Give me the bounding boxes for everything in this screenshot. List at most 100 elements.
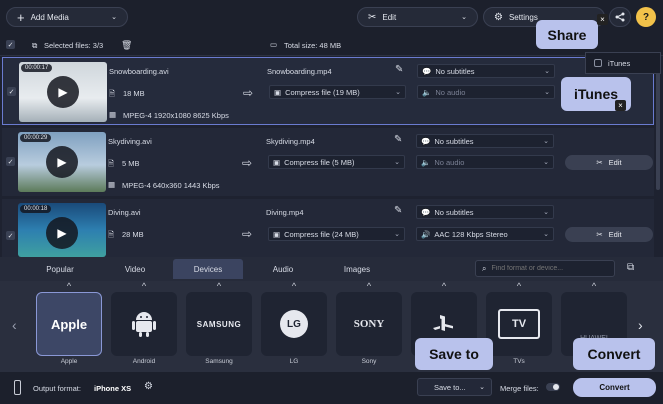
file-icon: 🗎	[109, 89, 116, 98]
video-thumbnail[interactable]: 00:00:29 ▶	[18, 132, 106, 192]
source-filename: Diving.avi	[108, 208, 141, 217]
file-row[interactable]: ✓ 00:00:29 ▶ Skydiving.avi 🗎 5 MB ▦ MPEG…	[2, 128, 654, 196]
total-size-label: Total size: 48 MB	[284, 41, 342, 50]
output-format-label: Output format:	[33, 384, 81, 393]
subtitles-dropdown[interactable]: 💬 No subtitles ⌄	[416, 205, 554, 219]
video-thumbnail[interactable]: 00:00:17 ▶	[19, 62, 107, 122]
file-size: 5 MB	[122, 159, 140, 168]
gear-icon[interactable]: ⚙	[144, 381, 153, 392]
file-size: 28 MB	[122, 230, 144, 239]
chevron-up-icon: ^	[366, 281, 372, 291]
subtitles-dropdown[interactable]: 💬 No subtitles ⌄	[416, 134, 554, 148]
scissors-icon: ✂	[596, 230, 603, 239]
file-icon: 🗎	[108, 159, 115, 168]
chevron-down-icon: ⌄	[543, 209, 549, 216]
convert-arrow-icon: ⇨	[242, 156, 253, 170]
edit-file-button[interactable]: ✂ Edit	[565, 155, 653, 170]
device-label-sony: Sony	[361, 358, 377, 365]
chevron-down-icon: ⌄	[543, 231, 549, 238]
file-checkbox[interactable]: ✓	[6, 231, 15, 240]
format-search[interactable]: ⌕	[475, 260, 615, 277]
merge-files-toggle[interactable]	[546, 383, 560, 391]
device-samsung[interactable]: SAMSUNG	[186, 292, 252, 356]
scrollbar-thumb[interactable]	[656, 60, 660, 190]
lg-logo: LG	[280, 310, 308, 338]
file-row[interactable]: ✓ 00:00:18 ▶ Diving.avi 🗎 28 MB ⇨ Diving…	[2, 199, 654, 257]
file-checkbox[interactable]: ✓	[7, 87, 16, 96]
tab-audio[interactable]: Audio	[248, 259, 318, 279]
pencil-icon[interactable]: ✎	[394, 205, 402, 216]
callout-save-to: Save to	[415, 338, 493, 370]
file-row[interactable]: ✓ 00:00:17 ▶ Snowboarding.avi 🗎 18 MB ▦ …	[2, 57, 654, 125]
pencil-icon[interactable]: ✎	[394, 134, 402, 145]
gear-icon: ⚙	[494, 11, 503, 23]
duration-badge: 00:00:18	[20, 205, 52, 213]
callout-close-icon[interactable]: ×	[615, 100, 626, 111]
play-icon[interactable]: ▶	[46, 217, 78, 249]
trash-icon[interactable]: 🗑	[121, 40, 132, 51]
chevron-left-icon[interactable]: ‹	[12, 317, 17, 333]
compress-icon: ▣	[273, 157, 281, 167]
play-icon[interactable]: ▶	[47, 76, 79, 108]
format-settings-icon[interactable]: ⧉	[627, 262, 634, 273]
help-icon[interactable]: ?	[636, 7, 656, 27]
sony-logo: SONY	[353, 318, 385, 330]
itunes-checkbox[interactable]	[594, 59, 602, 67]
output-format-value[interactable]: iPhone XS	[94, 384, 131, 393]
search-input[interactable]	[491, 265, 602, 272]
tv-icon: TV	[498, 309, 540, 339]
tab-popular[interactable]: Popular	[25, 259, 95, 279]
pencil-icon[interactable]: ✎	[395, 64, 403, 75]
duration-badge: 00:00:29	[20, 134, 52, 142]
chevron-down-icon: ⌄	[543, 159, 549, 166]
file-checkbox[interactable]: ✓	[6, 157, 15, 166]
tab-images[interactable]: Images	[322, 259, 392, 279]
edit-button[interactable]: ✂ Edit ⌄	[357, 7, 478, 27]
search-icon: ⌕	[482, 263, 487, 273]
chevron-right-icon[interactable]: ›	[638, 317, 643, 333]
chevron-up-icon: ^	[291, 281, 297, 291]
video-thumbnail[interactable]: 00:00:18 ▶	[18, 203, 106, 257]
device-apple[interactable]: Apple	[36, 292, 102, 356]
audio-dropdown[interactable]: 🔈 No audio ⌄	[416, 155, 554, 169]
tab-video[interactable]: Video	[100, 259, 170, 279]
android-icon	[132, 312, 156, 337]
subtitles-icon: 💬	[421, 207, 431, 217]
samsung-logo: SAMSUNG	[196, 319, 242, 329]
chevron-up-icon: ^	[591, 281, 597, 291]
save-to-dropdown[interactable]: Save to... ⌄	[417, 378, 492, 396]
edit-file-button[interactable]: ✂ Edit	[565, 227, 653, 242]
callout-close-icon[interactable]: ×	[597, 14, 608, 25]
share-button[interactable]	[609, 7, 631, 27]
output-filename: Skydiving.mp4	[266, 137, 315, 146]
device-lg[interactable]: LG	[261, 292, 327, 356]
chevron-down-icon: ⌄	[544, 89, 550, 96]
file-list-scrollbar[interactable]	[655, 56, 661, 256]
device-android[interactable]	[111, 292, 177, 356]
select-all-checkbox[interactable]: ✓	[6, 40, 15, 49]
audio-dropdown[interactable]: 🔈 No audio ⌄	[417, 85, 555, 99]
file-size-icon: ▭	[270, 40, 278, 49]
subtitles-icon: 💬	[422, 66, 432, 76]
device-tvs[interactable]: TV	[486, 292, 552, 356]
audio-dropdown[interactable]: 🔊 AAC 128 Kbps Stereo ⌄	[416, 227, 554, 241]
speaker-icon: 🔈	[421, 157, 431, 167]
itunes-menu-item[interactable]: iTunes	[585, 52, 661, 74]
device-sony[interactable]: SONY	[336, 292, 402, 356]
tab-devices[interactable]: Devices	[173, 259, 243, 279]
convert-arrow-icon: ⇨	[242, 227, 253, 241]
convert-button[interactable]: Convert	[573, 378, 656, 397]
chevron-down-icon: ⌄	[544, 68, 550, 75]
play-icon[interactable]: ▶	[46, 146, 78, 178]
compress-dropdown[interactable]: ▣ Compress file (24 MB) ⌄	[268, 227, 405, 241]
add-media-button[interactable]: + Add Media ⌄	[6, 7, 128, 27]
subtitles-dropdown[interactable]: 💬 No subtitles ⌄	[417, 64, 555, 78]
callout-convert: Convert	[573, 338, 655, 370]
compress-icon: ▣	[274, 87, 282, 97]
compress-dropdown[interactable]: ▣ Compress file (19 MB) ⌄	[269, 85, 406, 99]
chevron-up-icon: ^	[516, 281, 522, 291]
playstation-icon	[433, 315, 453, 331]
toggle-knob	[553, 384, 559, 390]
apple-logo: Apple	[50, 316, 88, 332]
compress-dropdown[interactable]: ▣ Compress file (5 MB) ⌄	[268, 155, 405, 169]
